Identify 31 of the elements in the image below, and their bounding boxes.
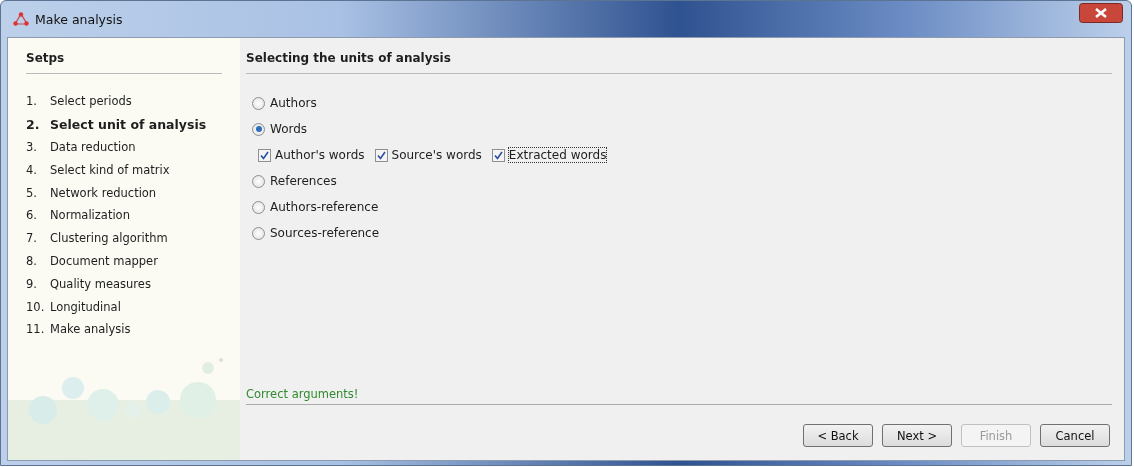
window-title: Make analysis (35, 11, 123, 27)
network-icon (13, 12, 29, 26)
step-item: 6. Normalization (26, 207, 131, 225)
step-item: 2. Select unit of analysis (26, 115, 208, 134)
step-item: 7. Clustering algorithm (26, 230, 169, 248)
dialog-button[interactable]: Cancel (1040, 424, 1110, 447)
status-message: Correct arguments! (246, 387, 1112, 405)
checkbox[interactable]: Author's words (258, 148, 365, 162)
step-item: 1. Select periods (26, 93, 133, 111)
checkmark-icon (376, 150, 386, 160)
radio-button[interactable]: Authors-reference (252, 194, 1112, 220)
close-icon[interactable] (1079, 3, 1123, 23)
step-item: 4. Select kind of matrix (26, 161, 171, 179)
radio-button[interactable]: Words (252, 116, 1112, 142)
step-item: 3. Data reduction (26, 139, 137, 156)
step-item: 9. Quality measures (26, 275, 152, 293)
dialog-button[interactable]: < Back (803, 424, 873, 447)
panel-heading: Setps (26, 51, 222, 74)
step-item: 10. Longitudinal (26, 298, 122, 316)
checkmark-icon (260, 150, 269, 160)
radio-button[interactable]: References (252, 168, 1112, 194)
radio-button[interactable]: Sources-reference (252, 220, 1112, 246)
step-item: 8. Document mapper (26, 252, 159, 270)
checkbox[interactable]: Source's words (374, 148, 482, 162)
step-item: 11. Make analysis (26, 321, 132, 339)
dialog-button[interactable]: Next > (882, 424, 952, 447)
checkmark-icon (493, 150, 503, 160)
radio-button[interactable]: Authors (252, 90, 1112, 116)
checkbox[interactable]: Extracted words (491, 148, 607, 162)
panel-heading: Selecting the units of analysis (246, 51, 1112, 74)
step-item: 5. Network reduction (26, 184, 158, 202)
